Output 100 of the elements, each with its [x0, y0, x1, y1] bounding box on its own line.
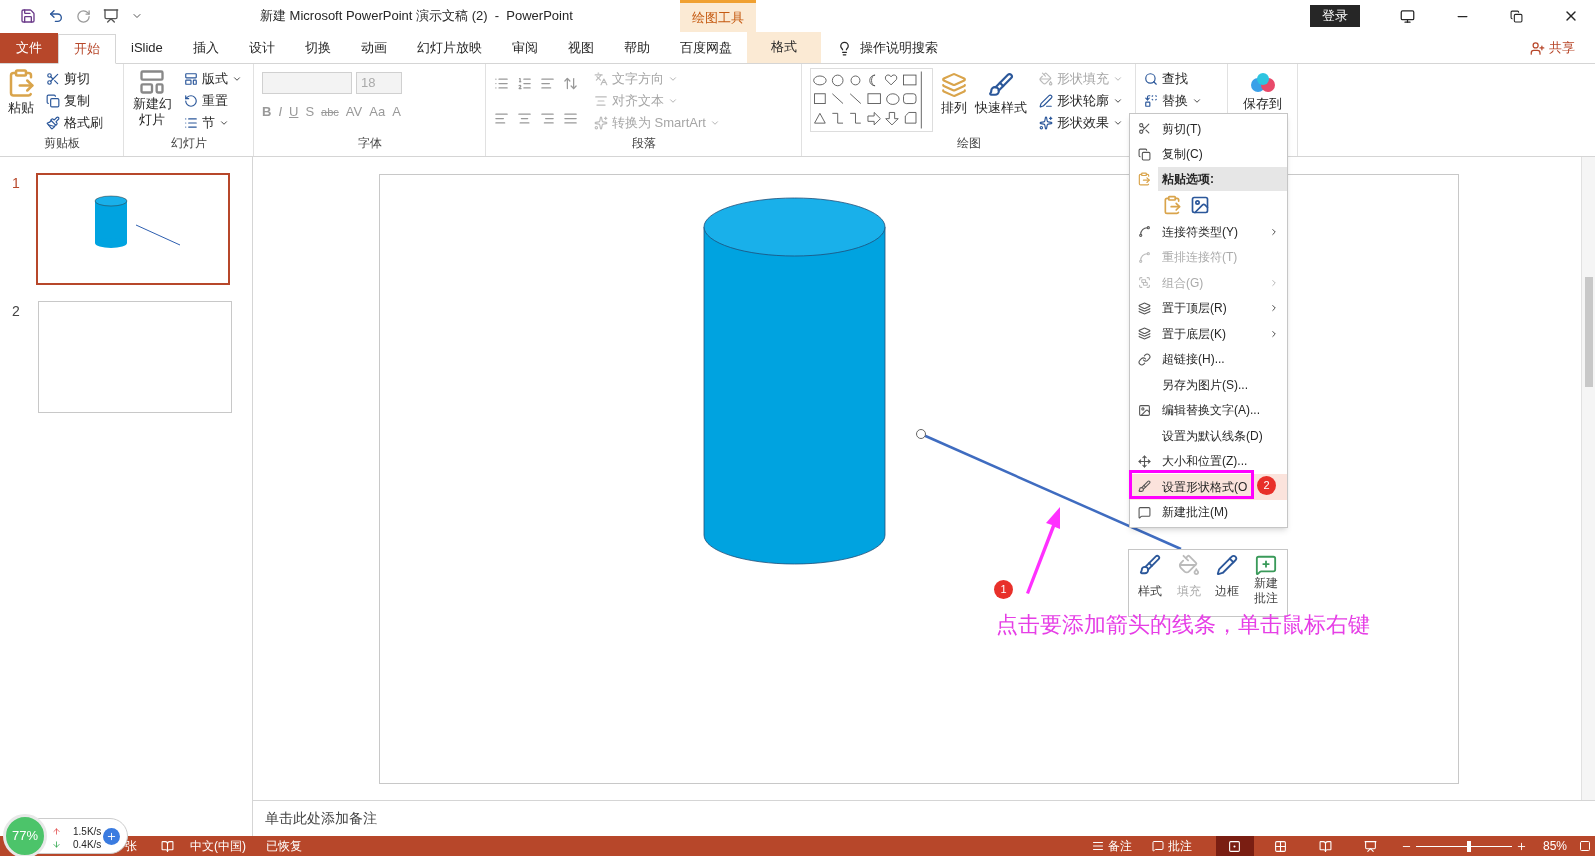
ribbon-button[interactable]: 版式	[180, 68, 246, 90]
pencil-icon	[1216, 554, 1239, 576]
caret-icon	[219, 118, 229, 128]
clipboard-icon	[1137, 172, 1151, 186]
notes-placeholder[interactable]: 单击此处添加备注	[265, 808, 377, 829]
align-right-icon[interactable]	[540, 111, 555, 126]
menu-header: 粘贴选项:	[1158, 167, 1287, 191]
ribbon-button[interactable]: 节	[180, 112, 246, 134]
redo-icon[interactable]	[76, 8, 91, 24]
menu-item[interactable]: 超链接(H)...	[1130, 346, 1287, 372]
layers-icon	[1137, 327, 1151, 341]
ribbon-button[interactable]: 查找	[1140, 68, 1223, 90]
paste-picture-icon[interactable]	[1190, 195, 1210, 215]
ribbon-tab[interactable]: 幻灯片放映	[401, 33, 497, 63]
menu-item[interactable]: 复制(C)	[1130, 141, 1287, 167]
caret-icon	[1192, 96, 1202, 106]
font-name-field[interactable]	[262, 72, 352, 94]
numbering-icon[interactable]	[517, 76, 532, 91]
notes-button[interactable]: 备注	[1091, 837, 1132, 855]
align-left-icon[interactable]	[494, 111, 509, 126]
paintbrush-icon	[46, 116, 60, 130]
link-icon	[1137, 352, 1151, 366]
line-spacing-icon[interactable]	[563, 76, 578, 91]
connector-icon	[1137, 250, 1151, 264]
ribbon-tab[interactable]: iSlide	[116, 33, 178, 63]
ribbon-tab[interactable]: 开始	[58, 34, 116, 64]
ribbon-button[interactable]: 格式刷	[42, 112, 107, 134]
resize-icon	[1137, 454, 1151, 468]
slideshow-icon[interactable]	[1363, 839, 1377, 853]
save-to-label[interactable]: 保存到	[1243, 94, 1282, 114]
ribbon-tab[interactable]: 审阅	[496, 33, 553, 63]
menu-item[interactable]: 编辑替换文字(A)...	[1130, 397, 1287, 423]
menu-item[interactable]: 另存为图片(S)...	[1130, 372, 1287, 398]
ribbon-button[interactable]: 重置	[180, 90, 246, 112]
cylinder-shape[interactable]	[703, 197, 886, 565]
indent-icon[interactable]	[540, 76, 555, 91]
group-label: 剪贴板	[42, 135, 81, 152]
shapes-gallery[interactable]	[810, 68, 933, 132]
menu-item[interactable]: 大小和位置(Z)...	[1130, 448, 1287, 474]
group-label: 幻灯片	[169, 135, 208, 152]
scissors-icon	[1137, 122, 1151, 136]
ribbon-tab[interactable]: 插入	[177, 33, 234, 63]
ribbon-button[interactable]: 形状效果	[1035, 112, 1127, 134]
ribbon-display-icon[interactable]	[1400, 8, 1415, 24]
slide-sorter-icon[interactable]	[1273, 839, 1287, 853]
normal-view-button[interactable]	[1215, 836, 1254, 856]
slide-thumbnail[interactable]	[38, 301, 232, 413]
zoom-level[interactable]: 85%	[1542, 837, 1567, 855]
ribbon-tab[interactable]: 视图	[552, 33, 609, 63]
ribbon-tab[interactable]: 百度网盘	[664, 33, 747, 63]
ribbon-tab[interactable]: 设计	[233, 33, 290, 63]
save-icon[interactable]	[20, 8, 36, 24]
layers-icon	[941, 72, 967, 98]
contextual-group-label: 绘图工具	[680, 0, 756, 32]
ribbon-button[interactable]: 形状轮廓	[1035, 90, 1127, 112]
slide-count-text: 张	[125, 838, 137, 855]
ribbon-button[interactable]: 复制	[42, 90, 107, 112]
mini-toolbar-button[interactable]: 样式	[1133, 554, 1168, 599]
share-button[interactable]: 共享	[1530, 33, 1575, 63]
align-center-icon[interactable]	[517, 111, 532, 126]
user-plus-icon	[1530, 40, 1545, 56]
mini-toolbar-button[interactable]: 边框	[1210, 554, 1245, 599]
ribbon-tab[interactable]: 帮助	[608, 33, 665, 63]
ribbon-tab[interactable]: 文件	[0, 33, 58, 63]
menu-item[interactable]: 剪切(T)	[1130, 116, 1287, 142]
paint-bucket-icon	[1177, 554, 1200, 576]
new-slide-button[interactable]: 新建幻灯片	[128, 68, 176, 134]
ribbon-tab[interactable]: 动画	[345, 33, 402, 63]
copy-icon	[1137, 147, 1151, 161]
menu-item[interactable]: 连接符类型(Y)	[1130, 219, 1287, 245]
login-button[interactable]: 登录	[1310, 5, 1360, 27]
bullets-icon[interactable]	[494, 76, 509, 91]
arrange-button[interactable]: 排列	[941, 68, 967, 134]
menu-item[interactable]: 新建批注(M)	[1130, 499, 1287, 525]
menu-item[interactable]: 设置为默认线条(D)	[1130, 423, 1287, 449]
restore-icon[interactable]	[1510, 9, 1523, 23]
quick-styles-button[interactable]: 快速样式	[975, 68, 1027, 134]
slideshow-icon[interactable]	[103, 8, 119, 24]
fit-slide-icon[interactable]	[1579, 840, 1591, 852]
image-icon	[1137, 403, 1151, 417]
brush-icon	[1137, 480, 1151, 494]
zoom-slider-thumb[interactable]	[1466, 840, 1471, 852]
comment-icon	[1137, 505, 1151, 519]
ribbon-button[interactable]: 剪切	[42, 68, 107, 90]
tell-me-field[interactable]: 操作说明搜索	[859, 38, 938, 58]
reading-view-icon[interactable]	[1318, 839, 1332, 853]
mini-toolbar-button[interactable]: 新建批注	[1248, 554, 1283, 606]
justify-icon[interactable]	[563, 111, 578, 126]
ribbon-button[interactable]: 替换	[1140, 90, 1223, 112]
pen-icon	[1039, 94, 1053, 108]
ribbon-tab[interactable]: 格式	[746, 31, 821, 63]
replace-icon	[1144, 94, 1158, 108]
menu-item[interactable]: 置于底层(K)	[1130, 321, 1287, 347]
paste-button[interactable]: 粘贴	[4, 68, 38, 134]
undo-icon[interactable]	[48, 8, 64, 24]
zoom-in-icon[interactable]	[1515, 840, 1527, 852]
menu-item[interactable]: 置于顶层(R)	[1130, 295, 1287, 321]
ribbon-tab[interactable]: 切换	[289, 33, 346, 63]
comments-button[interactable]: 批注	[1151, 837, 1192, 855]
vertical-scrollbar[interactable]	[1581, 157, 1595, 800]
